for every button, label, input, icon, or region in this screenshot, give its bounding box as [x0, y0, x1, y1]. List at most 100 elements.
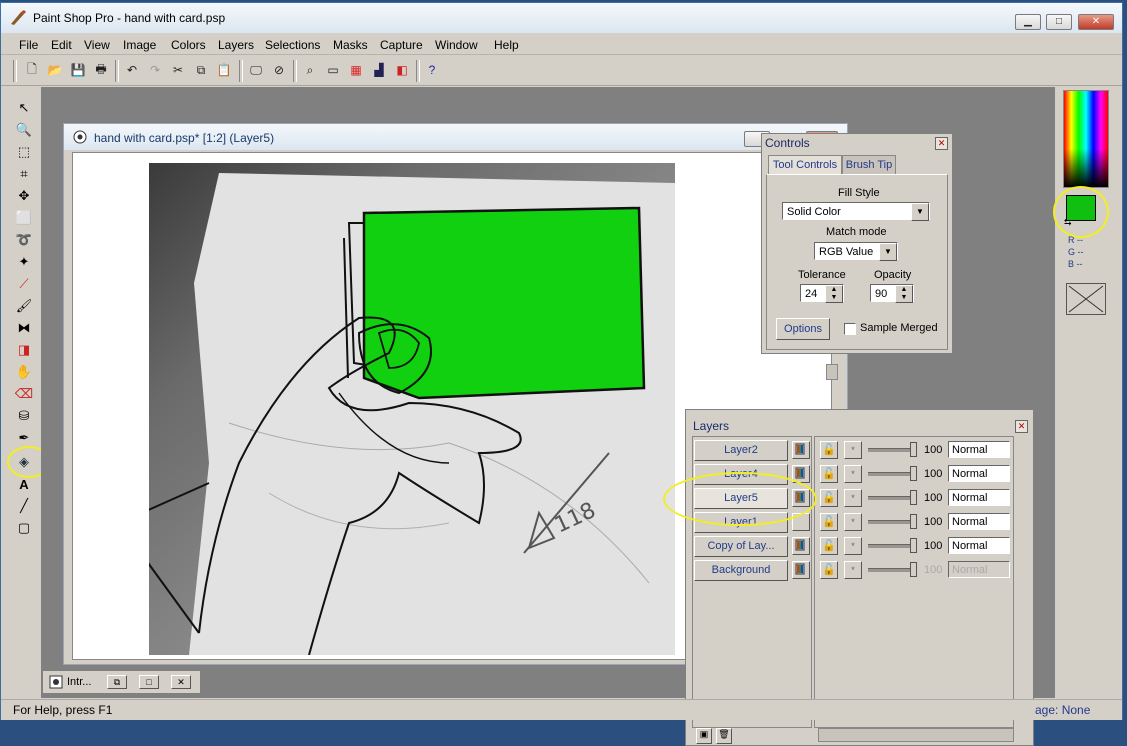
magic-wand-tool-icon[interactable]: ✦	[14, 253, 34, 271]
layer-visibility-icon[interactable]	[792, 537, 810, 555]
print-icon[interactable]: 🖶	[92, 61, 110, 79]
menu-view[interactable]: View	[84, 38, 110, 52]
zoom-icon[interactable]: ⌕	[301, 61, 319, 79]
opacity-slider[interactable]	[910, 490, 917, 505]
save-icon[interactable]: 💾	[69, 61, 87, 79]
dropper-tool-icon[interactable]: ⟋	[14, 275, 34, 293]
redo-icon[interactable]: ↷	[146, 61, 164, 79]
controls-close-icon[interactable]: ✕	[935, 137, 948, 150]
minimized-window[interactable]: Intr... ⧉ □ ✕	[42, 670, 201, 694]
layer-visibility-icon[interactable]	[792, 441, 810, 459]
layer-name-button[interactable]: Layer2	[694, 440, 788, 461]
new-layer-icon[interactable]: ▣	[696, 728, 712, 744]
menu-colors[interactable]: Colors	[171, 38, 206, 52]
options-button[interactable]: Options	[776, 318, 830, 340]
toggle-color-palette-icon[interactable]: ▦	[347, 61, 365, 79]
menu-edit[interactable]: Edit	[51, 38, 72, 52]
deformation-tool-icon[interactable]: ⬚	[14, 143, 34, 161]
toggle-tool-controls-icon[interactable]: ▭	[324, 61, 342, 79]
blend-mode-select[interactable]: Normal	[948, 561, 1010, 578]
layer-visibility-icon[interactable]	[792, 561, 810, 579]
menu-selections[interactable]: Selections	[265, 38, 320, 52]
picture-tube-tool-icon[interactable]: ⛁	[14, 407, 34, 425]
layers-horizontal-scrollbar[interactable]	[818, 728, 1014, 742]
sample-merged-checkbox[interactable]	[844, 323, 856, 335]
menu-file[interactable]: File	[19, 38, 38, 52]
layer-name-button[interactable]: Background	[694, 560, 788, 581]
menu-capture[interactable]: Capture	[380, 38, 423, 52]
lock-icon[interactable]: 🔓	[820, 441, 838, 459]
normal-viewing-icon[interactable]: ⊘	[270, 61, 288, 79]
shapes-tool-icon[interactable]: ▢	[14, 519, 34, 537]
opacity-slider[interactable]	[910, 466, 917, 481]
menu-masks[interactable]: Masks	[333, 38, 368, 52]
spinner-icon[interactable]: ▲ ▼	[825, 285, 843, 303]
full-screen-preview-icon[interactable]: 🖵	[247, 61, 265, 79]
no-style-icon[interactable]	[1066, 283, 1106, 315]
undo-icon[interactable]: ↶	[123, 61, 141, 79]
blend-mode-select[interactable]: Normal	[948, 489, 1010, 506]
opacity-slider[interactable]	[910, 514, 917, 529]
layer-group-icon[interactable]: *	[844, 561, 862, 579]
crop-tool-icon[interactable]: ⌗	[14, 165, 34, 183]
image-scrollbar-thumb[interactable]	[826, 364, 838, 380]
menu-help[interactable]: Help	[494, 38, 519, 52]
tab-tool-controls[interactable]: Tool Controls	[768, 155, 842, 174]
eraser-tool-icon[interactable]: ⌫	[14, 385, 34, 403]
layer-group-icon[interactable]: *	[844, 537, 862, 555]
spinner-icon[interactable]: ▲ ▼	[895, 285, 913, 303]
lock-icon[interactable]: 🔓	[820, 537, 838, 555]
open-folder-icon[interactable]: 📂	[46, 61, 64, 79]
maximize-button[interactable]: □	[1046, 14, 1072, 30]
lock-icon[interactable]: 🔓	[820, 489, 838, 507]
restore-button[interactable]: ⧉	[107, 675, 127, 689]
lock-icon[interactable]: 🔓	[820, 561, 838, 579]
color-replacer-tool-icon[interactable]: ◨	[14, 341, 34, 359]
retouch-tool-icon[interactable]: ✋	[14, 363, 34, 381]
layer-group-icon[interactable]: *	[844, 465, 862, 483]
blend-mode-select[interactable]: Normal	[948, 465, 1010, 482]
layer-group-icon[interactable]: *	[844, 513, 862, 531]
maximize-button[interactable]: □	[139, 675, 159, 689]
tab-brush-tip[interactable]: Brush Tip	[842, 155, 896, 174]
close-button[interactable]: ✕	[171, 675, 191, 689]
blend-mode-select[interactable]: Normal	[948, 537, 1010, 554]
opacity-input[interactable]: 90 ▲ ▼	[870, 284, 914, 303]
match-mode-select[interactable]: RGB Value ▼	[814, 242, 898, 261]
airbrush-tool-icon[interactable]: ✒	[14, 429, 34, 447]
blend-mode-select[interactable]: Normal	[948, 513, 1010, 530]
close-button[interactable]: ✕	[1078, 14, 1114, 30]
tolerance-input[interactable]: 24 ▲ ▼	[800, 284, 844, 303]
menu-window[interactable]: Window	[435, 38, 478, 52]
selection-tool-icon[interactable]: ⬜	[14, 209, 34, 227]
layer-group-icon[interactable]: *	[844, 441, 862, 459]
line-tool-icon[interactable]: ╱	[14, 497, 34, 515]
delete-layer-icon[interactable]: 🗑	[716, 728, 732, 744]
lock-icon[interactable]: 🔓	[820, 513, 838, 531]
context-help-icon[interactable]: ?	[423, 61, 441, 79]
color-spectrum[interactable]	[1063, 90, 1109, 188]
arrow-tool-icon[interactable]: ↖	[14, 99, 34, 117]
minimize-button[interactable]: ▁	[1015, 14, 1041, 30]
menu-image[interactable]: Image	[123, 38, 156, 52]
paintbrush-tool-icon[interactable]: 🖌	[14, 297, 34, 315]
opacity-slider[interactable]	[910, 442, 917, 457]
menu-layers[interactable]: Layers	[218, 38, 254, 52]
layer-name-button[interactable]: Copy of Lay...	[694, 536, 788, 557]
fill-style-select[interactable]: Solid Color ▼	[782, 202, 930, 221]
toggle-layer-palette-icon[interactable]: ◧	[393, 61, 411, 79]
freehand-tool-icon[interactable]: ➰	[14, 231, 34, 249]
lock-icon[interactable]: 🔓	[820, 465, 838, 483]
paste-icon[interactable]: 📋	[215, 61, 233, 79]
mover-tool-icon[interactable]: ✥	[14, 187, 34, 205]
layers-close-icon[interactable]: ✕	[1015, 420, 1028, 433]
copy-icon[interactable]: ⧉	[192, 61, 210, 79]
new-file-icon[interactable]: 🗋	[23, 61, 41, 79]
opacity-slider[interactable]	[910, 562, 917, 577]
histogram-icon[interactable]: ▟	[370, 61, 388, 79]
cut-icon[interactable]: ✂	[169, 61, 187, 79]
clone-brush-tool-icon[interactable]: ⧓	[14, 319, 34, 337]
layer-group-icon[interactable]: *	[844, 489, 862, 507]
blend-mode-select[interactable]: Normal	[948, 441, 1010, 458]
zoom-tool-icon[interactable]: 🔍	[14, 121, 34, 139]
